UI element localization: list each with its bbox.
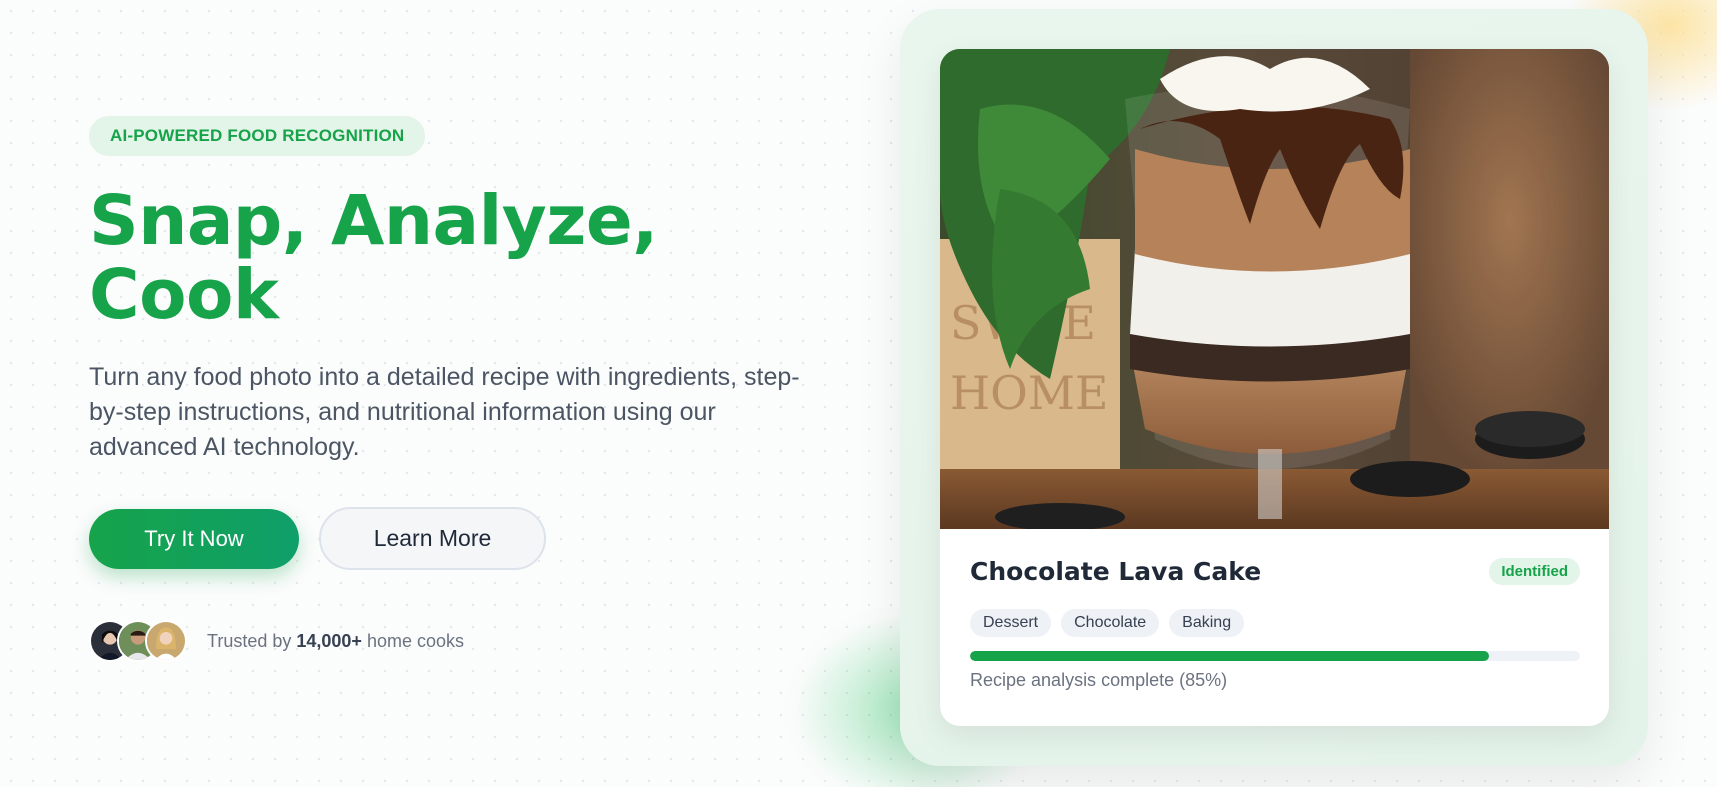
title-row: Chocolate Lava Cake Identified (970, 557, 1580, 586)
hero-subtitle: Turn any food photo into a detailed reci… (89, 363, 800, 461)
progress-fill (970, 651, 1489, 661)
avatar-stack (89, 620, 187, 662)
tag-chocolate: Chocolate (1061, 609, 1160, 637)
tag-list: Dessert Chocolate Baking (970, 609, 1580, 637)
recipe-result-card: SWEE HOME Chocolate Lava Cake Ident (940, 49, 1609, 726)
trust-text: Trusted by 14,000+ home cooks (207, 630, 465, 651)
dish-name: Chocolate Lava Cake (970, 557, 1262, 586)
progress-label: Recipe analysis complete (85%) (970, 670, 1228, 690)
avatar (145, 620, 187, 662)
card-body: Chocolate Lava Cake Identified Dessert C… (970, 557, 1580, 691)
try-it-now-button[interactable]: Try It Now (89, 508, 299, 569)
progress-bar (970, 651, 1580, 661)
hero-section: AI-POWERED FOOD RECOGNITION Snap, Analyz… (89, 116, 809, 662)
trust-count: 14,000+ (296, 630, 362, 651)
result-card-frame: SWEE HOME Chocolate Lava Cake Ident (900, 9, 1648, 766)
svg-text:HOME: HOME (950, 366, 1109, 420)
status-badge: Identified (1489, 558, 1580, 585)
tag-dessert: Dessert (970, 609, 1052, 637)
hero-headline: Snap, Analyze, Cook (89, 181, 658, 335)
cta-row: Try It Now Learn More (89, 507, 809, 570)
tag-baking: Baking (1169, 609, 1245, 637)
chocolate-dessert-photo: SWEE HOME (940, 49, 1609, 529)
trust-row: Trusted by 14,000+ home cooks (89, 620, 809, 662)
learn-more-button[interactable]: Learn More (319, 507, 546, 570)
hero-badge: AI-POWERED FOOD RECOGNITION (89, 116, 426, 156)
